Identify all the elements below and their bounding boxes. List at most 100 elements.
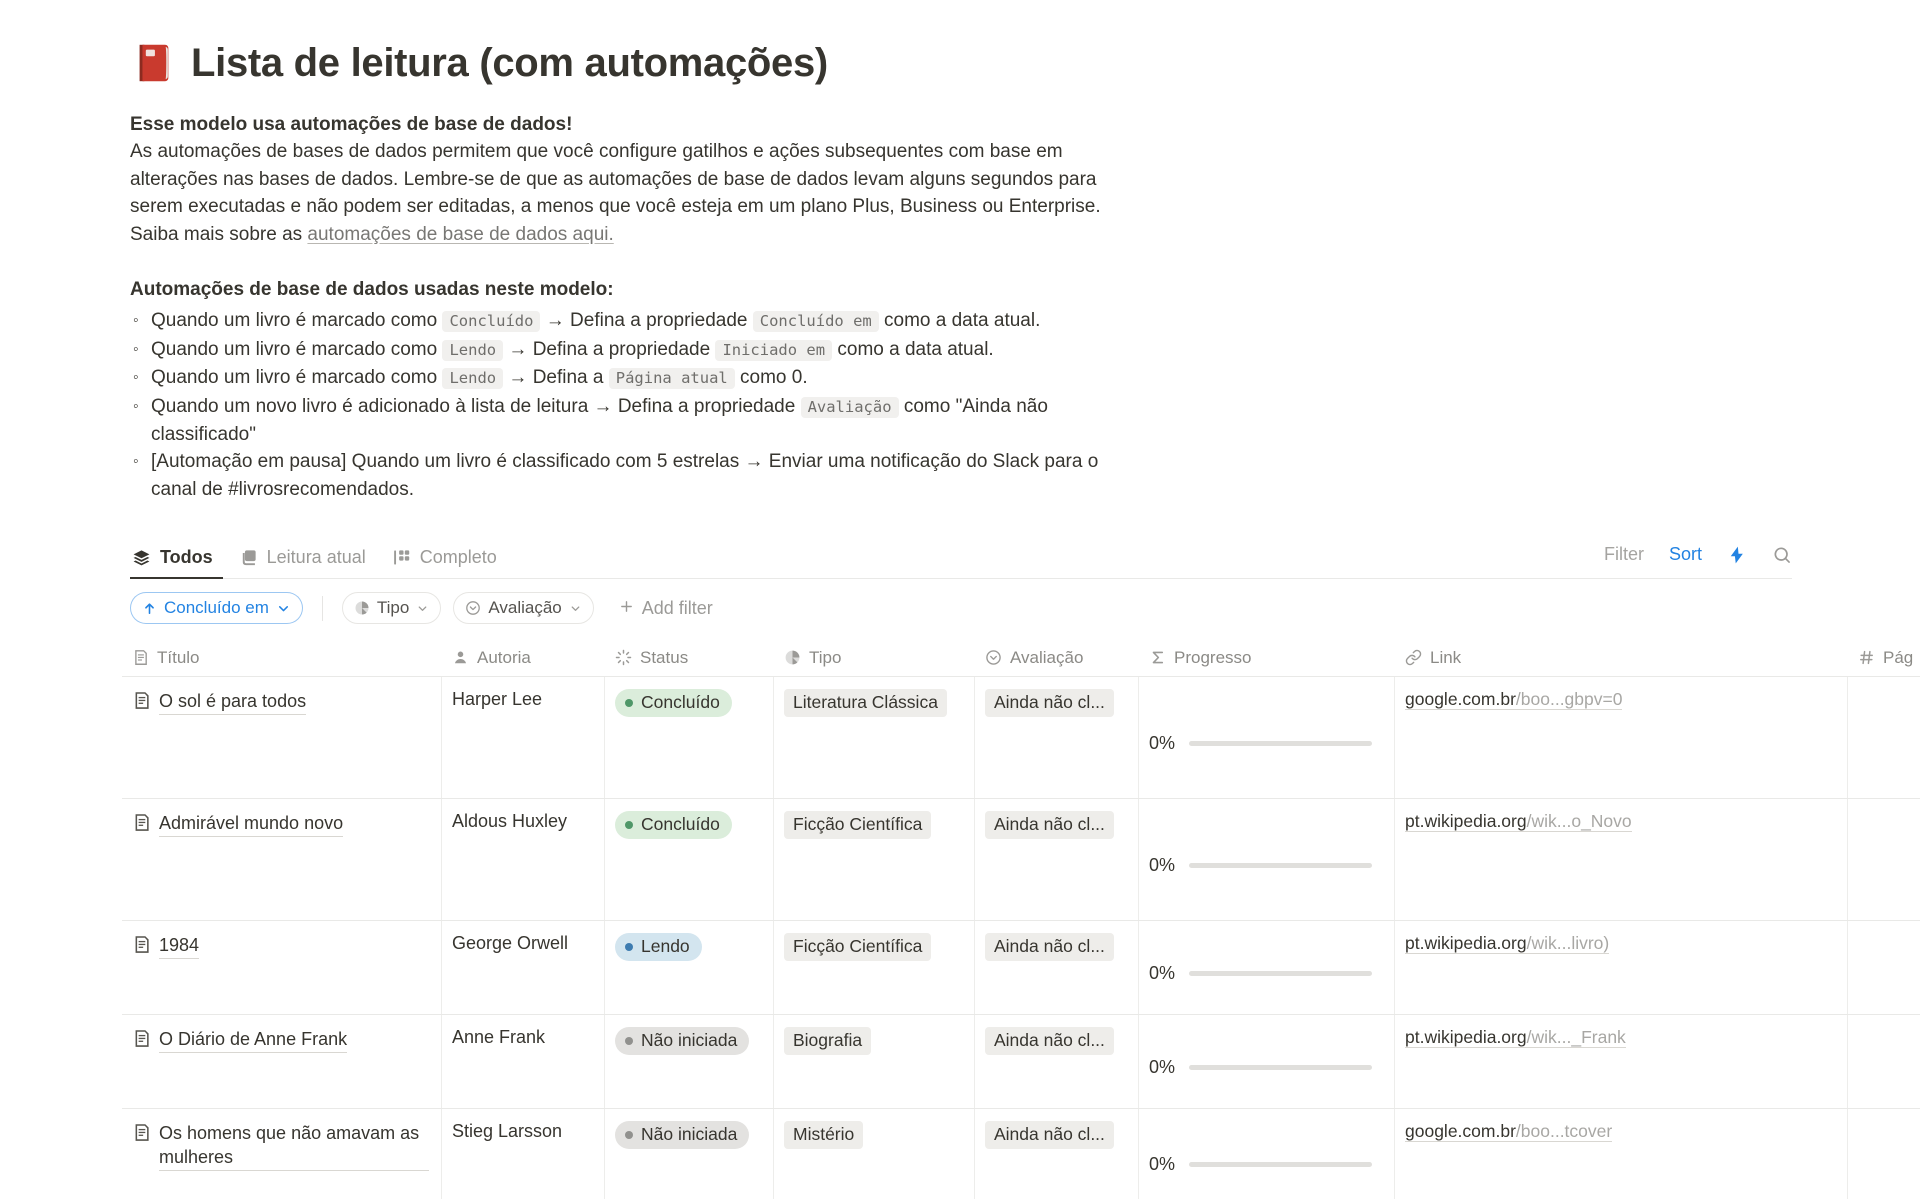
progress-bar — [1189, 863, 1372, 868]
layers-icon — [132, 548, 151, 567]
row-link[interactable]: pt.wikipedia.org/wik..._Frank — [1405, 1027, 1626, 1048]
avaliacao-tag[interactable]: Ainda não cl... — [985, 689, 1114, 717]
cell-status: Concluído — [605, 677, 774, 798]
column-header-pag[interactable]: Pág — [1848, 648, 1920, 668]
cell-avaliacao: Ainda não cl... — [975, 1015, 1139, 1108]
cell-progresso: 0% — [1139, 677, 1395, 798]
cell-pag[interactable] — [1848, 1015, 1920, 1108]
link-path: /boo...tcover — [1516, 1121, 1612, 1141]
tipo-tag[interactable]: Biografia — [784, 1027, 871, 1055]
cell-pag[interactable] — [1848, 1109, 1920, 1199]
bullet-marker: ◦ — [133, 336, 139, 363]
cell-author[interactable]: Harper Lee — [442, 677, 605, 798]
row-title-link[interactable]: O sol é para todos — [159, 689, 306, 715]
row-link[interactable]: google.com.br/boo...gbpv=0 — [1405, 689, 1622, 710]
progress-value: 0% — [1149, 855, 1175, 876]
row-title-link[interactable]: Admirável mundo novo — [159, 811, 343, 837]
bullet-text-segment: como a data atual. — [879, 310, 1041, 331]
sort-button[interactable]: Sort — [1669, 544, 1702, 565]
avaliacao-tag[interactable]: Ainda não cl... — [985, 933, 1114, 961]
column-header-progresso[interactable]: Progresso — [1139, 648, 1395, 668]
row-title-link[interactable]: O Diário de Anne Frank — [159, 1027, 347, 1053]
avaliacao-tag[interactable]: Ainda não cl... — [985, 1121, 1114, 1149]
tipo-tag[interactable]: Ficção Científica — [784, 933, 931, 961]
table-row: Os homens que não amavam as mulheres Stie… — [122, 1109, 1920, 1199]
doc-icon — [132, 813, 151, 832]
bullet-text: Quando um novo livro é adicionado à list… — [151, 396, 1048, 445]
row-link[interactable]: pt.wikipedia.org/wik...livro) — [1405, 933, 1609, 954]
column-header-tipo[interactable]: Tipo — [774, 648, 975, 668]
bullet-item: ◦ Quando um livro é marcado como Lendo → … — [130, 336, 1145, 364]
column-header-autoria[interactable]: Autoria — [442, 648, 605, 668]
tab-todos[interactable]: Todos — [130, 539, 223, 579]
cell-avaliacao: Ainda não cl... — [975, 677, 1139, 798]
cell-author[interactable]: Aldous Huxley — [442, 799, 605, 920]
arrow-up-icon — [142, 601, 157, 616]
table-header-row: TítuloAutoriaStatusTipoAvaliaçãoProgress… — [122, 639, 1920, 677]
status-label: Lendo — [641, 936, 690, 957]
cell-status: Concluído — [605, 799, 774, 920]
cell-link: pt.wikipedia.org/wik...o_Novo — [1395, 799, 1848, 920]
pie-chart-icon — [354, 600, 370, 616]
filter-pill-tipo[interactable]: Tipo — [342, 592, 441, 624]
column-header-avaliacao[interactable]: Avaliação — [975, 648, 1139, 668]
link-path: /wik...o_Novo — [1527, 811, 1632, 831]
row-title-link[interactable]: 1984 — [159, 933, 199, 959]
inline-code-chip: Lendo — [442, 340, 503, 361]
add-filter-label: Add filter — [642, 598, 713, 619]
sigma-icon — [1149, 649, 1166, 666]
author-text: Harper Lee — [452, 689, 542, 709]
progress-bar — [1189, 1162, 1372, 1167]
status-pill[interactable]: Não iniciada — [615, 1027, 749, 1055]
tab-completo[interactable]: Completo — [390, 539, 507, 579]
filter-button[interactable]: Filter — [1604, 544, 1644, 565]
intro-paragraph: Esse modelo usa automações de base de da… — [130, 111, 1122, 248]
author-text: Stieg Larsson — [452, 1121, 562, 1141]
column-header-titulo[interactable]: Título — [122, 648, 442, 668]
tipo-tag[interactable]: Mistério — [784, 1121, 863, 1149]
row-title-link[interactable]: Os homens que não amavam as mulheres — [159, 1121, 429, 1171]
cell-tipo: Biografia — [774, 1015, 975, 1108]
inline-code-chip: Concluído — [442, 311, 540, 332]
automations-doc-link[interactable]: automações de base de dados aqui. — [307, 224, 613, 245]
status-pill[interactable]: Concluído — [615, 689, 732, 717]
tipo-tag[interactable]: Literatura Clássica — [784, 689, 947, 717]
cell-pag[interactable] — [1848, 921, 1920, 1014]
author-text: Anne Frank — [452, 1027, 545, 1047]
row-link[interactable]: google.com.br/boo...tcover — [1405, 1121, 1612, 1142]
page-title[interactable]: Lista de leitura (com automações) — [130, 40, 1920, 86]
column-header-link[interactable]: Link — [1395, 648, 1848, 668]
status-pill[interactable]: Concluído — [615, 811, 732, 839]
status-pill[interactable]: Lendo — [615, 933, 702, 961]
avaliacao-tag[interactable]: Ainda não cl... — [985, 811, 1114, 839]
bullet-text-segment: → Defina a — [503, 367, 609, 388]
tab-leitura-atual[interactable]: Leitura atual — [237, 539, 376, 579]
bullet-item: ◦Quando um livro é marcado como Concluíd… — [130, 307, 1145, 335]
bullet-text-segment: Quando um novo livro é adicionado à list… — [151, 396, 801, 417]
bullet-text-segment: Quando um livro é marcado como — [151, 310, 442, 331]
tipo-tag[interactable]: Ficção Científica — [784, 811, 931, 839]
avaliacao-tag[interactable]: Ainda não cl... — [985, 1027, 1114, 1055]
column-header-status[interactable]: Status — [605, 648, 774, 668]
person-icon — [452, 649, 469, 666]
link-path: /boo...gbpv=0 — [1516, 689, 1623, 709]
cell-pag[interactable] — [1848, 799, 1920, 920]
cell-avaliacao: Ainda não cl... — [975, 1109, 1139, 1199]
view-tabs: Todos Leitura atual Completo — [130, 539, 507, 578]
search-icon[interactable] — [1772, 545, 1792, 565]
bullet-item: ◦Quando um livro é marcado como Lendo → … — [130, 364, 1145, 392]
gallery-icon — [239, 548, 258, 567]
cell-author[interactable]: Anne Frank — [442, 1015, 605, 1108]
bullet-text: Quando um livro é marcado como Lendo → D… — [151, 339, 994, 360]
filter-pill-avaliacao[interactable]: Avaliação — [453, 592, 593, 624]
automations-bolt-icon[interactable] — [1727, 545, 1747, 565]
status-pill[interactable]: Não iniciada — [615, 1121, 749, 1149]
cell-author[interactable]: Stieg Larsson — [442, 1109, 605, 1199]
add-filter-button[interactable]: Add filter — [613, 597, 719, 620]
reading-list-table: TítuloAutoriaStatusTipoAvaliaçãoProgress… — [122, 639, 1920, 1199]
row-link[interactable]: pt.wikipedia.org/wik...o_Novo — [1405, 811, 1632, 832]
cell-author[interactable]: George Orwell — [442, 921, 605, 1014]
cell-pag[interactable] — [1848, 677, 1920, 798]
sort-rule-pill[interactable]: Concluído em — [130, 592, 303, 624]
author-text: George Orwell — [452, 933, 568, 953]
